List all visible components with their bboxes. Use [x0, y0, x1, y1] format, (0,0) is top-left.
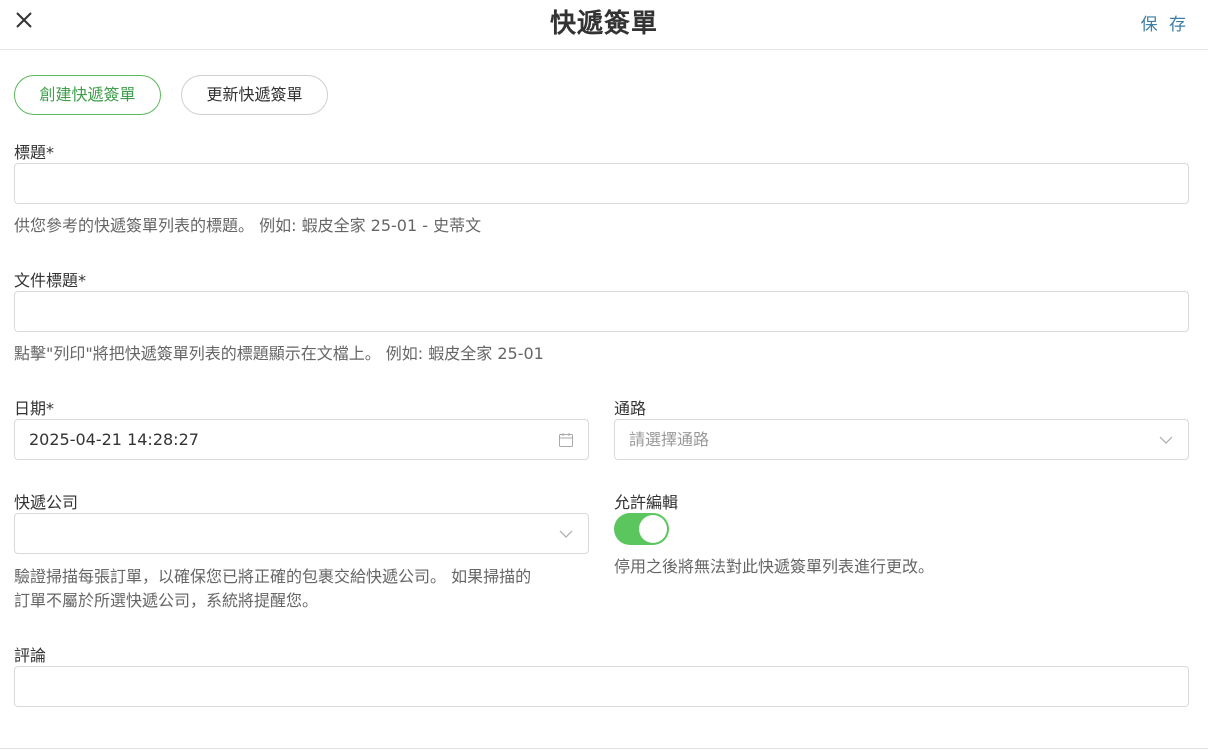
title-help-text: 供您參考的快遞簽單列表的標題。 例如: 蝦皮全家 25-01 - 史蒂文: [14, 216, 482, 235]
channel-placeholder: 請選擇通路: [629, 430, 710, 449]
chevron-down-icon: [559, 530, 573, 538]
top-bar: 快遞簽單 保 存: [0, 0, 1208, 50]
toggle-knob: [639, 515, 667, 543]
date-label: 日期*: [14, 399, 55, 418]
date-value: 2025-04-21 14:28:27: [29, 430, 199, 449]
tab-update-waybill[interactable]: 更新快遞簽單: [181, 75, 328, 115]
title-input[interactable]: [14, 163, 1189, 204]
allow-edit-toggle[interactable]: [614, 513, 669, 545]
tab-create-waybill[interactable]: 創建快遞簽單: [14, 75, 161, 115]
date-picker[interactable]: 2025-04-21 14:28:27: [14, 419, 589, 460]
courier-help-line-1: 驗證掃描每張訂單，以確保您已將正確的包裹交給快遞公司。 如果掃描的: [14, 567, 532, 586]
allow-edit-help-text: 停用之後將無法對此快遞簽單列表進行更改。: [614, 557, 935, 576]
doc-title-label: 文件標題*: [14, 271, 87, 290]
doc-title-help-text: 點擊"列印"將把快遞簽單列表的標題顯示在文檔上。 例如: 蝦皮全家 25-01: [14, 344, 544, 363]
save-button[interactable]: 保 存: [1141, 10, 1189, 35]
courier-label: 快遞公司: [14, 493, 79, 512]
comment-label: 評論: [14, 646, 47, 665]
channel-label: 通路: [614, 399, 647, 418]
page-title: 快遞簽單: [549, 9, 658, 39]
courier-help-line-2: 訂單不屬於所選快遞公司，系統將提醒您。: [14, 591, 319, 610]
chevron-down-icon: [1159, 436, 1173, 444]
doc-title-input[interactable]: [14, 291, 1189, 332]
comment-input[interactable]: [14, 666, 1189, 707]
calendar-icon: [559, 433, 573, 447]
allow-edit-label: 允許編輯: [614, 493, 679, 512]
channel-select[interactable]: 請選擇通路: [614, 419, 1189, 460]
title-label: 標題*: [14, 143, 55, 162]
bottom-divider: [0, 748, 1208, 749]
courier-select[interactable]: [14, 513, 589, 554]
